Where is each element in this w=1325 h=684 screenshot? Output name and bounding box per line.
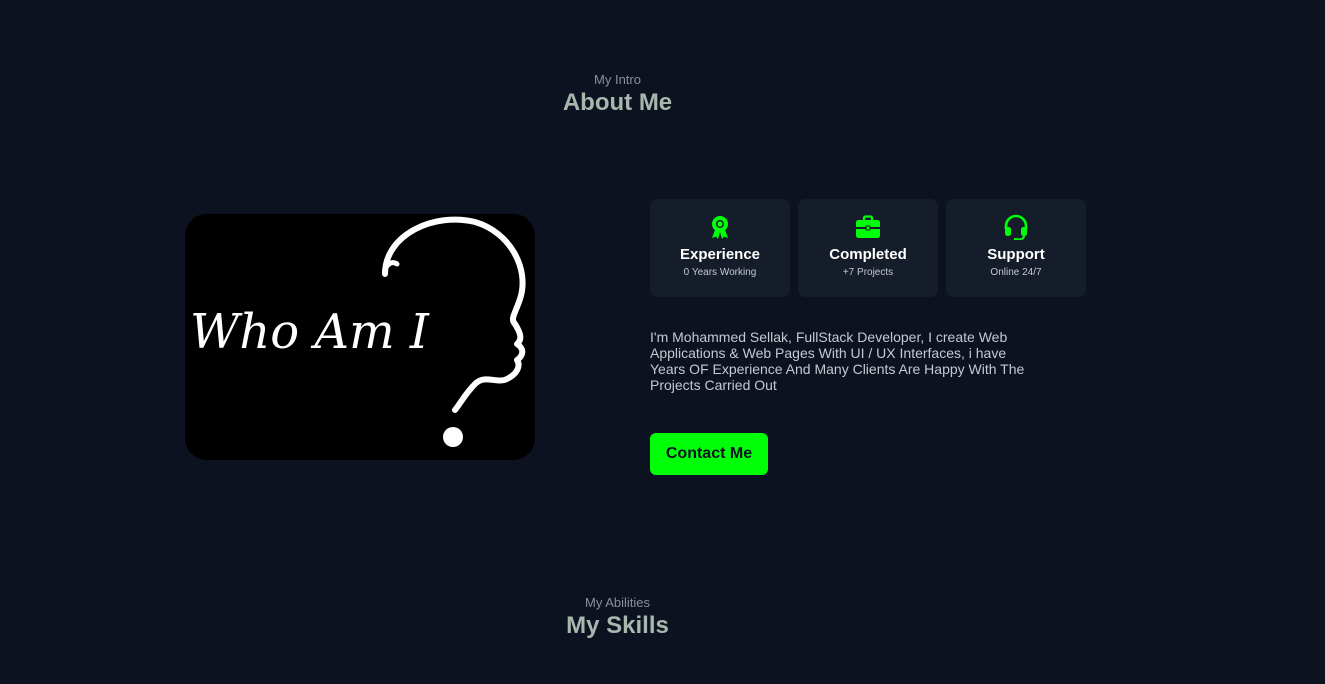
who-am-i-image: Who Am I bbox=[185, 214, 535, 460]
skills-title: My Skills bbox=[566, 612, 669, 639]
briefcase-icon bbox=[856, 215, 880, 238]
who-am-i-text: Who Am I bbox=[190, 304, 430, 360]
card-support: Support Online 24/7 bbox=[946, 199, 1086, 297]
card-experience: Experience 0 Years Working bbox=[650, 199, 790, 297]
about-section-header: My Intro About Me bbox=[0, 73, 1235, 117]
card-title: Experience bbox=[679, 246, 761, 263]
contact-me-button[interactable]: Contact Me bbox=[650, 433, 768, 475]
card-subtitle: 0 Years Working bbox=[683, 267, 757, 278]
card-subtitle: +7 Projects bbox=[842, 267, 894, 278]
card-subtitle: Online 24/7 bbox=[990, 267, 1042, 278]
card-title: Support bbox=[987, 246, 1045, 263]
info-cards: Experience 0 Years Working Completed +7 … bbox=[650, 199, 1086, 297]
card-title: Completed bbox=[829, 246, 907, 263]
skills-subtitle: My Abilities bbox=[584, 595, 651, 610]
skills-section-header: My Abilities My Skills bbox=[0, 596, 1235, 640]
about-subtitle: My Intro bbox=[594, 72, 641, 87]
about-description: I'm Mohammed Sellak, FullStack Developer… bbox=[650, 329, 1025, 393]
award-icon bbox=[712, 216, 728, 239]
about-title: About Me bbox=[562, 89, 673, 116]
card-completed: Completed +7 Projects bbox=[798, 199, 938, 297]
page: My Intro About Me Who Am I Experience 0 … bbox=[0, 0, 1325, 684]
who-am-i-illustration: Who Am I bbox=[185, 214, 535, 460]
headset-icon bbox=[1004, 214, 1028, 240]
